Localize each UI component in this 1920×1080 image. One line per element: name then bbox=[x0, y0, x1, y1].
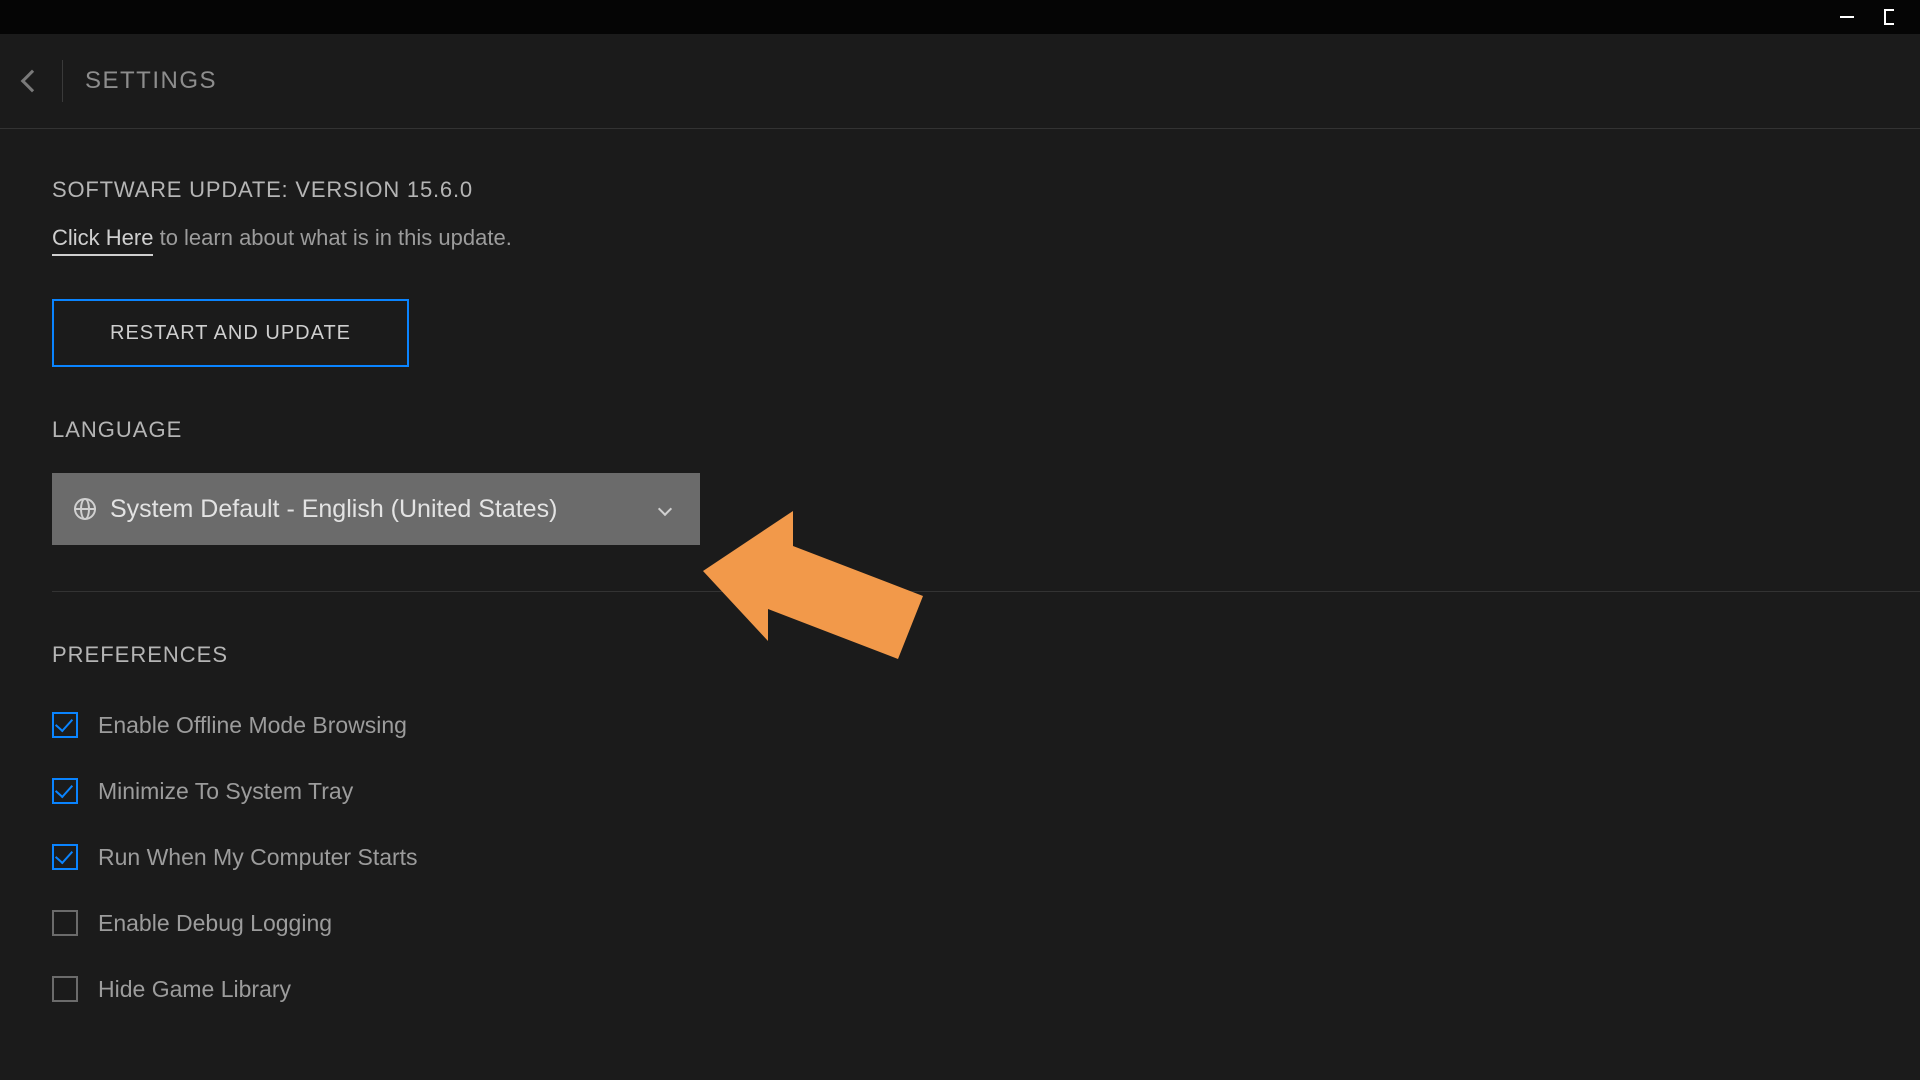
checkbox-offline[interactable] bbox=[52, 712, 78, 738]
pref-label-startup: Run When My Computer Starts bbox=[98, 844, 418, 871]
window-titlebar bbox=[0, 0, 1920, 34]
checkbox-hidelib[interactable] bbox=[52, 976, 78, 1002]
pref-row-tray[interactable]: Minimize To System Tray bbox=[52, 776, 1920, 806]
pref-row-startup[interactable]: Run When My Computer Starts bbox=[52, 842, 1920, 872]
page-title: SETTINGS bbox=[85, 67, 217, 95]
pref-label-offline: Enable Offline Mode Browsing bbox=[98, 712, 407, 739]
pref-row-offline[interactable]: Enable Offline Mode Browsing bbox=[52, 710, 1920, 740]
minimize-icon bbox=[1840, 16, 1854, 18]
chevron-down-icon bbox=[658, 502, 672, 516]
release-notes-link[interactable]: Click Here bbox=[52, 225, 153, 256]
language-section-title: LANGUAGE bbox=[52, 417, 1920, 443]
globe-icon bbox=[74, 498, 96, 520]
pref-row-hidelib[interactable]: Hide Game Library bbox=[52, 974, 1920, 1004]
chevron-left-icon bbox=[21, 70, 44, 93]
checkbox-startup[interactable] bbox=[52, 844, 78, 870]
language-dropdown[interactable]: System Default - English (United States) bbox=[52, 473, 700, 545]
software-update-heading: SOFTWARE UPDATE: VERSION 15.6.0 bbox=[52, 177, 1920, 203]
settings-header: SETTINGS bbox=[0, 34, 1920, 128]
checkbox-tray[interactable] bbox=[52, 778, 78, 804]
pref-label-tray: Minimize To System Tray bbox=[98, 778, 353, 805]
back-button[interactable] bbox=[14, 34, 62, 128]
checkbox-debug[interactable] bbox=[52, 910, 78, 936]
settings-content: SOFTWARE UPDATE: VERSION 15.6.0 Click He… bbox=[0, 129, 1920, 1080]
restart-update-button[interactable]: RESTART AND UPDATE bbox=[52, 299, 409, 367]
window-minimize-button[interactable] bbox=[1826, 0, 1868, 34]
restart-update-label: RESTART AND UPDATE bbox=[110, 322, 351, 345]
language-selected-value: System Default - English (United States) bbox=[110, 495, 660, 524]
header-divider bbox=[62, 60, 63, 102]
software-update-tail: to learn about what is in this update. bbox=[153, 225, 511, 250]
section-divider bbox=[52, 591, 1920, 592]
preferences-section-title: PREFERENCES bbox=[52, 642, 1920, 668]
pref-row-debug[interactable]: Enable Debug Logging bbox=[52, 908, 1920, 938]
maximize-icon bbox=[1884, 9, 1894, 25]
pref-label-debug: Enable Debug Logging bbox=[98, 910, 332, 937]
window-maximize-button[interactable] bbox=[1868, 0, 1910, 34]
software-update-description: Click Here to learn about what is in thi… bbox=[52, 225, 1920, 251]
pref-label-hidelib: Hide Game Library bbox=[98, 976, 291, 1003]
arrow-shape bbox=[703, 511, 923, 659]
